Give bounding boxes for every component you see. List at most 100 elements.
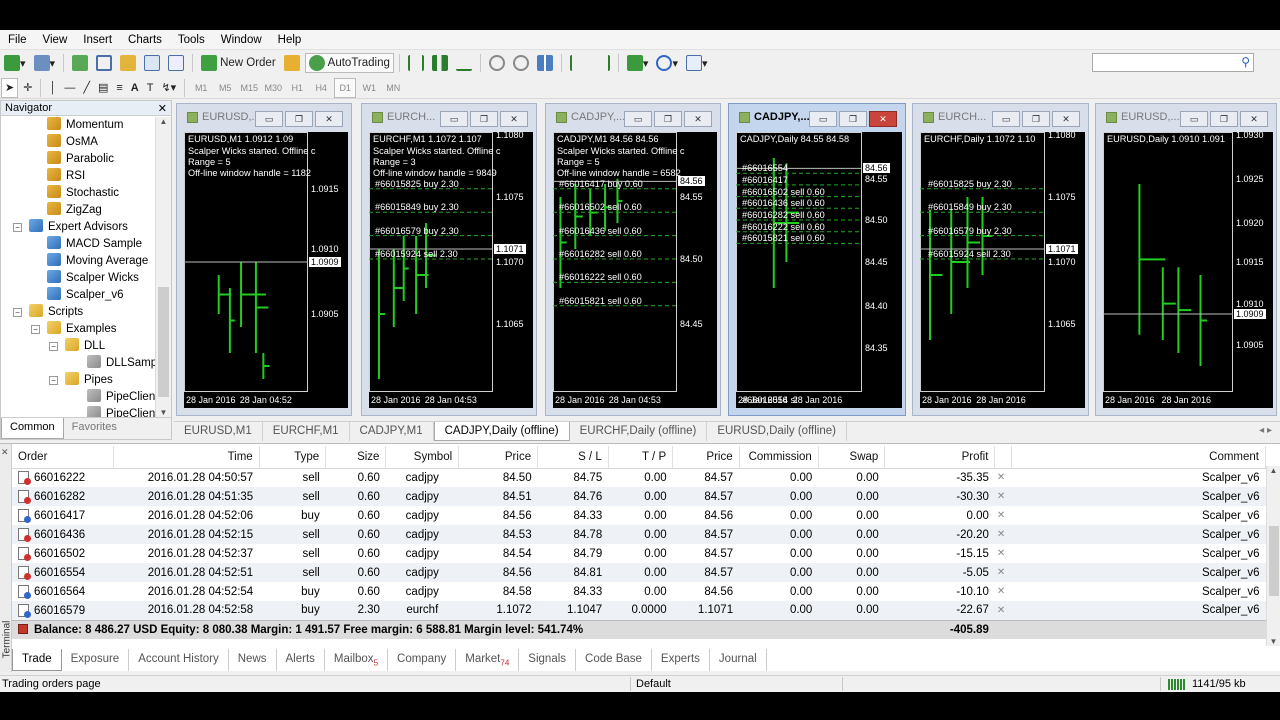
timeframe-m5[interactable]: M5: [214, 78, 236, 98]
chart-window-title[interactable]: CADJPY,... ▭ ❐ ✕: [729, 104, 905, 130]
chart-canvas[interactable]: EURCHF,Daily 1.1072 1.10 #66015825 buy 2.…: [920, 130, 1085, 408]
timeframe-w1[interactable]: W1: [358, 78, 380, 98]
search-input[interactable]: [1092, 53, 1254, 72]
table-row[interactable]: 66016554 2016.01.28 04:52:51 sell 0.60 cadjp…: [12, 563, 1266, 582]
column-header[interactable]: [994, 446, 1013, 469]
close-icon[interactable]: ✕: [1, 447, 9, 458]
tree-expander-icon[interactable]: −: [31, 325, 40, 334]
close-order-icon[interactable]: ✕: [994, 468, 1012, 487]
order-label[interactable]: #66016579 buy 2.30: [375, 226, 459, 237]
menu-view[interactable]: View: [35, 34, 76, 46]
chart-canvas[interactable]: EURUSD,M1 1.0912 1.09 Scalper Wicks start…: [184, 132, 348, 408]
table-row[interactable]: 66016282 2016.01.28 04:51:35 sell 0.60 cadjp…: [12, 487, 1266, 506]
order-label[interactable]: #66016579 buy 2.30: [928, 226, 1012, 237]
candlestick-button[interactable]: [429, 53, 451, 73]
terminal-button[interactable]: [141, 53, 163, 73]
nav-item-scalper-wicks[interactable]: Scalper Wicks: [1, 270, 156, 287]
chart-canvas[interactable]: CADJPY,M1 84.56 84.56 Scalper Wicks start…: [553, 132, 717, 408]
column-header[interactable]: Time: [113, 446, 260, 469]
close-order-icon[interactable]: ✕: [994, 601, 1012, 620]
chart-tab-2[interactable]: EURCHF,M1: [263, 422, 350, 441]
crosshair-button[interactable]: ✛: [20, 78, 35, 98]
chart-canvas[interactable]: EURCHF,M1 1.1072 1.107 Scalper Wicks star…: [369, 130, 533, 408]
navigator-button[interactable]: [117, 53, 139, 73]
timeframe-h4[interactable]: H4: [310, 78, 332, 98]
chart-tab-4[interactable]: CADJPY,Daily (offline): [433, 422, 570, 441]
close-icon[interactable]: ✕: [315, 111, 343, 127]
minimize-icon[interactable]: ▭: [624, 111, 652, 127]
order-label[interactable]: #66016554: [742, 163, 788, 174]
zoom-out-button[interactable]: [510, 53, 532, 73]
chart-window-4[interactable]: CADJPY,... ▭ ❐ ✕ CADJPY,Daily 84.55 84.58 #66…: [728, 103, 906, 416]
menu-file[interactable]: File: [0, 34, 35, 46]
arrows-button[interactable]: ↯▾: [158, 78, 179, 98]
table-row[interactable]: 66016579 2016.01.28 04:52:58 buy 2.30 eurchf…: [12, 601, 1266, 620]
menu-insert[interactable]: Insert: [75, 34, 120, 46]
nav-item-rsi[interactable]: RSI: [1, 168, 156, 185]
trendline-button[interactable]: ╱: [80, 78, 93, 98]
order-label[interactable]: #66016436 sell 0.60: [559, 226, 642, 237]
scroll-thumb[interactable]: [1269, 526, 1279, 596]
profiles-button[interactable]: ▾: [31, 53, 59, 73]
chart-window-2[interactable]: EURCH... ▭ ❐ ✕ EURCHF,M1 1.1072 1.107 Scalper…: [361, 103, 537, 416]
menu-window[interactable]: Window: [213, 34, 270, 46]
nav-item-zigzag[interactable]: ZigZag: [1, 202, 156, 219]
maximize-icon[interactable]: ❐: [285, 111, 313, 127]
order-label[interactable]: #66016436 sell 0.60: [742, 198, 825, 209]
chart-window-1[interactable]: EURUSD,... ▭ ❐ ✕ EURUSD,M1 1.0912 1.09 Scalpe…: [176, 103, 352, 416]
table-row[interactable]: 66016502 2016.01.28 04:52:37 sell 0.60 cadjp…: [12, 544, 1266, 563]
order-label[interactable]: #66015849 buy 2.30: [928, 202, 1012, 213]
column-header[interactable]: Order: [12, 446, 115, 469]
menu-help[interactable]: Help: [270, 34, 310, 46]
periods-button[interactable]: ▾: [653, 53, 681, 73]
nav-item-scripts[interactable]: − Scripts: [1, 304, 156, 321]
chart-window-title[interactable]: EURUSD,... ▭ ❐ ✕: [177, 104, 351, 130]
maximize-icon[interactable]: ❐: [1210, 111, 1238, 127]
line-chart-button[interactable]: [453, 53, 475, 73]
table-row[interactable]: 66016417 2016.01.28 04:52:06 buy 0.60 cadjpy…: [12, 506, 1266, 525]
close-order-icon[interactable]: ✕: [994, 506, 1012, 525]
timeframe-mn[interactable]: MN: [382, 78, 404, 98]
nav-item-scalper-v6[interactable]: Scalper_v6: [1, 287, 156, 304]
column-header[interactable]: T / P: [608, 446, 674, 469]
chart-tab-5[interactable]: EURCHF,Daily (offline): [570, 422, 708, 441]
chart-window-title[interactable]: EURCH... ▭ ❐ ✕: [913, 104, 1088, 130]
text-label-button[interactable]: T: [144, 78, 157, 98]
nav-item-momentum[interactable]: Momentum: [1, 117, 156, 134]
table-row[interactable]: 66016436 2016.01.28 04:52:15 sell 0.60 cadjp…: [12, 525, 1266, 544]
terminal-tab-trade[interactable]: Trade: [12, 649, 62, 671]
maximize-icon[interactable]: ❐: [470, 111, 498, 127]
scroll-down-icon[interactable]: ▼: [1267, 637, 1280, 646]
chart-shift-button[interactable]: [591, 53, 613, 73]
column-header[interactable]: Price: [672, 446, 740, 469]
maximize-icon[interactable]: ❐: [1022, 111, 1050, 127]
chart-window-title[interactable]: EURCH... ▭ ❐ ✕: [362, 104, 536, 130]
column-header[interactable]: Symbol: [385, 446, 460, 469]
tile-windows-button[interactable]: [534, 53, 556, 73]
scroll-down-icon[interactable]: ▼: [156, 408, 171, 417]
tab-scroll-arrows-icon[interactable]: ◂ ▸: [1259, 425, 1272, 436]
column-header[interactable]: Comment: [1011, 446, 1266, 469]
cursor-button[interactable]: ➤: [1, 77, 19, 98]
tab-common[interactable]: Common: [1, 418, 64, 439]
chart-window-title[interactable]: EURUSD,... ▭ ❐ ✕: [1096, 104, 1276, 130]
terminal-tab-news[interactable]: News: [229, 649, 277, 671]
chart-tab-1[interactable]: EURUSD,M1: [174, 422, 263, 441]
order-label[interactable]: #66015821 sell 0.60: [559, 296, 642, 307]
tree-expander-icon[interactable]: −: [13, 223, 22, 232]
order-label[interactable]: #66016502 sell 0.60: [742, 187, 825, 198]
close-icon[interactable]: ✕: [869, 111, 897, 127]
close-order-icon[interactable]: ✕: [994, 582, 1012, 601]
minimize-icon[interactable]: ▭: [440, 111, 468, 127]
nav-item-macd-sample[interactable]: MACD Sample: [1, 236, 156, 253]
terminal-tab-code-base[interactable]: Code Base: [576, 649, 652, 671]
order-label[interactable]: #66015849 buy 2.30: [375, 202, 459, 213]
close-order-icon[interactable]: ✕: [994, 563, 1012, 582]
vertical-line-button[interactable]: │: [46, 78, 59, 98]
nav-item-stochastic[interactable]: Stochastic: [1, 185, 156, 202]
scroll-thumb[interactable]: [158, 287, 169, 397]
metaeditor-button[interactable]: [281, 53, 303, 73]
chart-window-5[interactable]: EURCH... ▭ ❐ ✕ EURCHF,Daily 1.1072 1.10 #6601…: [912, 103, 1089, 416]
close-icon[interactable]: ✕: [1240, 111, 1268, 127]
nav-item-moving-average[interactable]: Moving Average: [1, 253, 156, 270]
